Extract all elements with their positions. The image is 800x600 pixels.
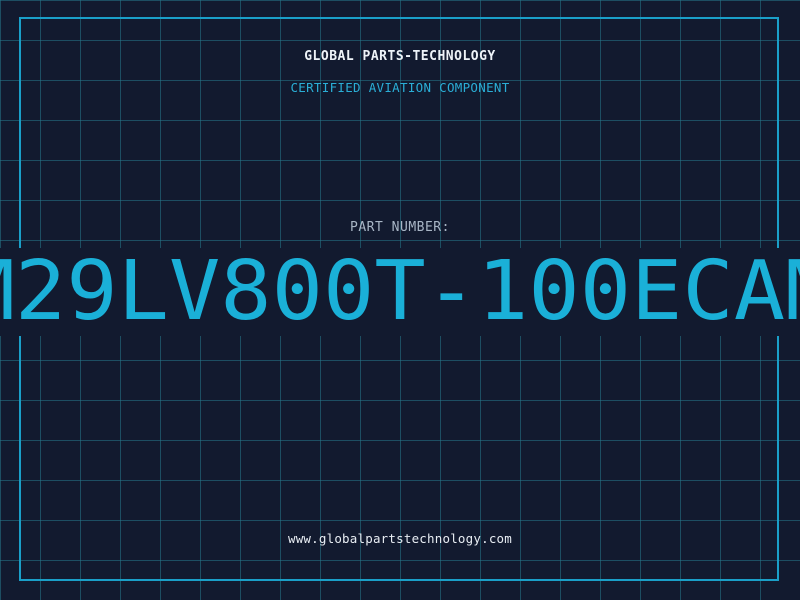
part-number-label: PART NUMBER: [350,220,450,235]
part-number-value: AM29LV800T-100ECAMD [0,248,800,336]
part-number-band: AM29LV800T-100ECAMD [0,248,800,336]
label-card: GLOBAL PARTS-TECHNOLOGY CERTIFIED AVIATI… [0,0,800,600]
website-link[interactable]: www.globalpartstechnology.com [0,531,800,546]
brand-title: GLOBAL PARTS-TECHNOLOGY [304,49,496,64]
certification-subtitle: CERTIFIED AVIATION COMPONENT [290,80,510,95]
